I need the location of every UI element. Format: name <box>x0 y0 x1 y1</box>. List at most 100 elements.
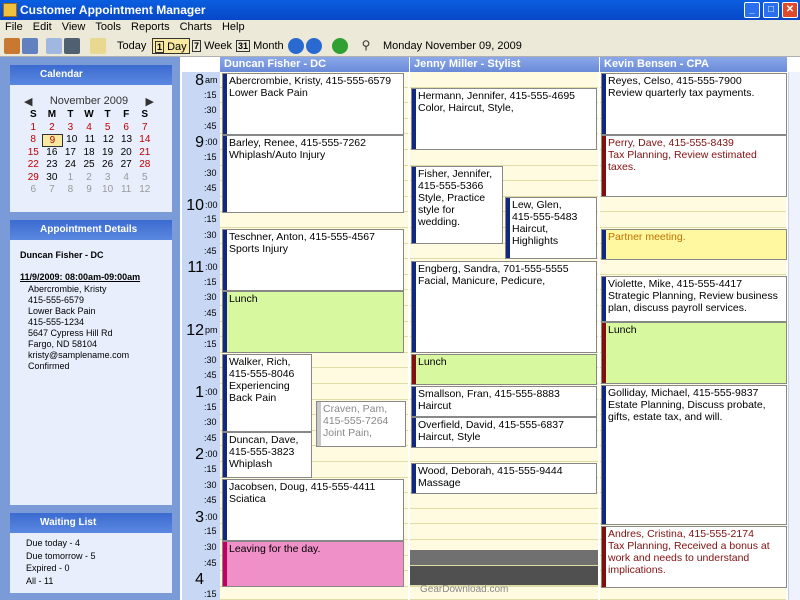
notes-icon[interactable] <box>90 38 106 54</box>
calendar-day[interactable]: 14 <box>136 134 154 147</box>
waiting-panel-header[interactable]: Waiting List <box>10 513 172 533</box>
calendar-day[interactable]: 7 <box>43 184 62 197</box>
calendar-day[interactable]: 26 <box>98 159 117 172</box>
calendar-day[interactable]: 25 <box>80 159 99 172</box>
appointment[interactable]: Smallson, Fran, 415-555-8883 Haircut <box>411 386 597 417</box>
appointment[interactable]: Lunch <box>222 291 404 353</box>
waiting-line[interactable]: All - 11 <box>26 575 96 588</box>
calendar-day[interactable]: 8 <box>24 134 42 147</box>
calendar-day[interactable]: 21 <box>135 147 154 160</box>
calendar-day[interactable]: 1 <box>24 122 43 135</box>
column-header-kevin[interactable]: Kevin Bensen - CPA <box>600 57 788 72</box>
time-slot[interactable] <box>600 259 786 275</box>
maximize-button[interactable]: □ <box>763 2 779 18</box>
time-slot[interactable] <box>410 524 598 540</box>
filter-icon[interactable]: ⚲ <box>358 38 374 54</box>
appointment[interactable]: Fisher, Jennifer, 415-555-5366 Style, Pr… <box>411 166 503 244</box>
appointment[interactable]: Walker, Rich, 415-555-8046 Experiencing … <box>222 354 312 432</box>
calendar-day[interactable]: 11 <box>117 184 136 197</box>
details-time[interactable]: 11/9/2009: 08:00am-09:00am <box>20 272 140 283</box>
calendar-day[interactable]: 29 <box>24 172 43 185</box>
day-button[interactable]: 1 Day <box>152 38 190 54</box>
menu-reports[interactable]: Reports <box>126 20 175 35</box>
forward-arrow-icon[interactable] <box>306 38 322 54</box>
calendar-day[interactable]: 5 <box>98 122 117 135</box>
calendar-day[interactable]: 3 <box>98 172 117 185</box>
time-slot[interactable] <box>410 493 598 509</box>
appointment[interactable]: Violette, Mike, 415-555-4417 Strategic P… <box>601 276 787 322</box>
calendar-day[interactable]: 24 <box>61 159 80 172</box>
prev-month-icon[interactable]: ◀ <box>24 95 32 108</box>
close-button[interactable]: ✕ <box>782 2 798 18</box>
time-slot[interactable] <box>600 586 786 600</box>
calendar-panel-header[interactable]: Calendar <box>10 65 172 85</box>
calendar-day[interactable]: 10 <box>98 184 117 197</box>
calendar-day[interactable]: 19 <box>98 147 117 160</box>
calendar-day[interactable]: 5 <box>135 172 154 185</box>
appointment[interactable]: Andres, Cristina, 415-555-2174 Tax Plann… <box>601 526 787 588</box>
calendar-day[interactable]: 30 <box>43 172 62 185</box>
time-slot[interactable] <box>410 508 598 525</box>
time-slot[interactable] <box>220 212 408 228</box>
waiting-line[interactable]: Expired - 0 <box>26 562 96 575</box>
menu-tools[interactable]: Tools <box>90 20 126 35</box>
calendar-day[interactable]: 3 <box>61 122 80 135</box>
appointment[interactable]: Jacobsen, Doug, 415-555-4411 Sciatica <box>222 479 404 541</box>
appointment[interactable]: Lunch <box>411 354 597 385</box>
appointment[interactable]: Teschner, Anton, 415-555-4567 Sports Inj… <box>222 229 404 291</box>
calendar-day[interactable]: 22 <box>24 159 43 172</box>
appointment[interactable]: Craven, Pam, 415-555-7264 Joint Pain, <box>316 401 406 447</box>
column-header-duncan[interactable]: Duncan Fisher - DC <box>220 57 410 72</box>
appointment[interactable]: Reyes, Celso, 415-555-7900 Review quarte… <box>601 73 787 135</box>
calendar-day[interactable]: 8 <box>61 184 80 197</box>
appointment[interactable]: Barley, Renee, 415-555-7262 Whiplash/Aut… <box>222 135 404 213</box>
calendar-day[interactable]: 6 <box>24 184 43 197</box>
appointment[interactable]: Overfield, David, 415-555-6837 Haircut, … <box>411 417 597 448</box>
find-icon[interactable] <box>46 38 62 54</box>
calendar-day[interactable]: 18 <box>80 147 99 160</box>
calendar-day[interactable]: 9 <box>80 184 99 197</box>
appointment[interactable]: Lunch <box>601 322 787 384</box>
calendar-day[interactable]: 13 <box>117 134 135 147</box>
refresh-icon[interactable] <box>332 38 348 54</box>
appointment[interactable]: Wood, Deborah, 415-555-9444 Massage <box>411 463 597 494</box>
time-slot[interactable] <box>410 150 598 166</box>
appointment[interactable]: Engberg, Sandra, 701-555-5555 Facial, Ma… <box>411 261 597 353</box>
waiting-line[interactable]: Due today - 4 <box>26 537 96 550</box>
calendar-day[interactable]: 16 <box>43 147 62 160</box>
binoculars-icon[interactable] <box>64 38 80 54</box>
waiting-line[interactable]: Due tomorrow - 5 <box>26 550 96 563</box>
calendar-day[interactable]: 10 <box>63 134 81 147</box>
time-slot[interactable] <box>600 196 786 213</box>
calendar-day[interactable]: 11 <box>81 134 99 147</box>
calendar-day[interactable]: 7 <box>135 122 154 135</box>
appointment[interactable]: Perry, Dave, 415-555-8439 Tax Planning, … <box>601 135 787 197</box>
menu-file[interactable]: File <box>0 20 28 35</box>
menu-view[interactable]: View <box>57 20 91 35</box>
back-arrow-icon[interactable] <box>288 38 304 54</box>
appointment[interactable]: Duncan, Dave, 415-555-3823 Whiplash <box>222 432 312 478</box>
calendar-day[interactable]: 23 <box>43 159 62 172</box>
calendar-day[interactable]: 15 <box>24 147 43 160</box>
calendar-day[interactable]: 17 <box>61 147 80 160</box>
calendar-day[interactable]: 28 <box>135 159 154 172</box>
calendar-day[interactable]: 4 <box>80 122 99 135</box>
calendar-day[interactable]: 12 <box>99 134 117 147</box>
calendar-day[interactable]: 4 <box>117 172 136 185</box>
menu-charts[interactable]: Charts <box>175 20 217 35</box>
next-month-icon[interactable]: ▶ <box>146 95 154 108</box>
calendar-day[interactable]: 27 <box>117 159 136 172</box>
details-panel-header[interactable]: Appointment Details <box>10 220 172 240</box>
calendar-day[interactable]: 2 <box>80 172 99 185</box>
customers-icon[interactable] <box>4 38 20 54</box>
minimize-button[interactable]: _ <box>744 2 760 18</box>
time-slot[interactable] <box>410 72 598 88</box>
card-icon[interactable] <box>22 38 38 54</box>
calendar-day[interactable]: 12 <box>135 184 154 197</box>
menu-help[interactable]: Help <box>217 20 250 35</box>
calendar-day[interactable]: 2 <box>43 122 62 135</box>
time-slot[interactable] <box>410 446 598 462</box>
appointment[interactable]: Golliday, Michael, 415-555-9837 Estate P… <box>601 385 787 525</box>
calendar-day[interactable]: 20 <box>117 147 136 160</box>
appointment[interactable]: Leaving for the day. <box>222 541 404 587</box>
